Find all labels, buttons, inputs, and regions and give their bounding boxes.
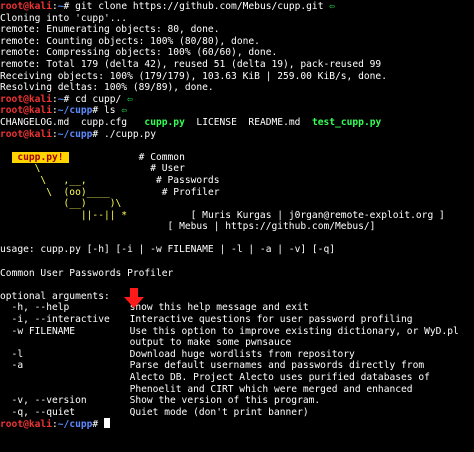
- banner-art: \: [0, 163, 41, 175]
- arg-row: -a Parse default usernames and passwords…: [0, 360, 474, 372]
- arg-row: -w FILENAME Use this option to improve e…: [0, 326, 474, 338]
- usage-line: usage: cupp.py [-h] [-i | -w FILENAME | …: [0, 244, 336, 256]
- banner-art: ||--|| *: [0, 209, 128, 221]
- banner-line: (__) )\: [0, 198, 474, 210]
- banner-comment: # Common: [138, 151, 185, 163]
- prompt-user: root@kali: [0, 93, 52, 105]
- prompt-path: ~/cupp: [57, 419, 93, 430]
- arg-desc: Quiet mode (don't print banner): [129, 406, 309, 418]
- file-cupp-py: cupp.py: [144, 116, 185, 128]
- arg-row: -i, --interactive Interactive questions …: [0, 314, 474, 326]
- green-arrow-icon: ⇦: [329, 1, 336, 12]
- output-line: Receiving objects: 100% (179/179), 103.6…: [0, 70, 387, 82]
- arg-flag: -h, --help: [0, 302, 70, 314]
- arg-flag: -v, --version: [0, 395, 87, 407]
- terminal-cursor: [103, 418, 110, 429]
- prompt-line-ls: root@kali:~/cupp# ls ⇦: [0, 105, 474, 117]
- file-readme: README.md: [248, 116, 301, 128]
- terminal-window[interactable]: root@kali:~# git clone https://github.co…: [0, 0, 474, 452]
- file-license: LICENSE: [196, 116, 237, 128]
- banner-mebus: [ Mebus | https://github.com/Mebus/]: [167, 221, 376, 233]
- arg-row: output to make some pwnsauce: [0, 337, 474, 349]
- green-arrow-icon: ⇦: [121, 105, 128, 117]
- output-line: remote: Total 179 (delta 42), reused 51 …: [0, 58, 382, 70]
- arg-desc: Alecto DB. Project Alecto uses purified …: [129, 372, 430, 383]
- prompt-user: root@kali: [0, 1, 52, 12]
- file-test-cupp: test_cupp.py: [311, 116, 382, 128]
- banner-line: \ (oo)____ # Profiler: [0, 187, 474, 199]
- arg-desc: Phenoelit and CIRT which were merged and…: [129, 383, 413, 395]
- prompt-hash: #: [92, 105, 99, 117]
- ls-output: CHANGELOG.md cupp.cfg cupp.py LICENSE RE…: [0, 117, 474, 129]
- prompt-hash: #: [63, 1, 70, 12]
- prompt-path: ~/cupp: [57, 128, 93, 140]
- arg-row: -l Download huge wordlists from reposito…: [0, 349, 474, 361]
- command-ls: ls: [103, 105, 116, 117]
- output-line: remote: Compressing objects: 100% (60/60…: [0, 47, 278, 59]
- prompt-user: root@kali: [0, 105, 52, 117]
- arg-flag: -q, --quiet: [0, 406, 76, 418]
- arg-desc: Parse default usernames and passwords di…: [129, 360, 425, 372]
- banner-tag: cupp.py!: [11, 151, 70, 163]
- command-cd: cd cupp/: [75, 93, 122, 105]
- prompt-user: root@kali: [0, 419, 52, 430]
- banner-art: \ (oo)____: [0, 186, 110, 198]
- prompt-user: root@kali: [0, 128, 52, 140]
- arg-row: -v, --version Show the version of this p…: [0, 395, 474, 407]
- banner-comment: # User: [150, 163, 185, 175]
- banner-comment: # Passwords: [155, 174, 220, 186]
- banner-art: (__) )\: [0, 198, 122, 210]
- banner-line: \ # User: [0, 163, 474, 175]
- arg-row: -h, --help show this help message and ex…: [0, 302, 474, 314]
- arg-flag: -l: [0, 348, 24, 360]
- arg-flag: -a: [0, 360, 24, 372]
- banner-line: cupp.py! # Common: [0, 151, 474, 164]
- arg-desc: output to make some pwnsauce: [129, 337, 292, 349]
- banner-line: [ Mebus | https://github.com/Mebus/]: [0, 221, 474, 233]
- arg-desc: Download huge wordlists from repository: [129, 348, 355, 360]
- prompt-line-final[interactable]: root@kali:~/cupp#: [0, 418, 474, 430]
- prompt-path: ~/cupp: [57, 105, 93, 117]
- banner-line: \ ,__, # Passwords: [0, 175, 474, 187]
- prompt-line-run: root@kali:~/cupp# ./cupp.py: [0, 129, 474, 141]
- arg-desc: show this help message and exit: [129, 302, 309, 314]
- file-changelog: CHANGELOG.md: [0, 116, 70, 128]
- prompt-hash: #: [92, 419, 99, 430]
- banner-art: \ ,__,: [0, 174, 87, 186]
- output-line: Resolving deltas: 100% (89/89), done.: [0, 82, 214, 94]
- red-down-arrow-icon: [124, 288, 144, 308]
- prompt-line-cd: root@kali:~# cd cupp/ ⇦: [0, 94, 474, 106]
- command-git-clone: git clone https://github.com/Mebus/cupp.…: [75, 1, 324, 12]
- output-line: remote: Enumerating objects: 80, done.: [0, 24, 220, 36]
- arg-desc: Use this option to improve existing dict…: [129, 325, 459, 337]
- banner-author: [ Muris Kurgas | j0rgan@remote-exploit.o…: [190, 209, 445, 221]
- file-cfg: cupp.cfg: [80, 116, 128, 128]
- command-run-cupp: ./cupp.py: [103, 128, 156, 140]
- optional-arguments-header: optional arguments:: [0, 290, 110, 302]
- arg-row: Phenoelit and CIRT which were merged and…: [0, 384, 474, 396]
- banner-line: ||--|| * [ Muris Kurgas | j0rgan@remote-…: [0, 210, 474, 222]
- program-title: Common User Passwords Profiler: [0, 267, 174, 279]
- arg-desc: Show the version of this program.: [129, 395, 321, 407]
- arg-row: Alecto DB. Project Alecto uses purified …: [0, 372, 474, 384]
- prompt-hash: #: [92, 128, 99, 140]
- prompt-hash: #: [63, 93, 70, 105]
- arg-row: -q, --quiet Quiet mode (don't print bann…: [0, 407, 474, 419]
- banner-comment: # Profiler: [161, 186, 220, 198]
- output-line: Cloning into 'cupp'...: [0, 12, 128, 24]
- green-arrow-icon: ⇦: [127, 93, 133, 105]
- arg-flag: -i, --interactive: [0, 314, 110, 326]
- arg-flag: -w FILENAME: [0, 325, 76, 337]
- arg-desc: Interactive questions for user password …: [129, 314, 413, 326]
- prompt-line-git-clone: root@kali:~# git clone https://github.co…: [0, 1, 474, 13]
- output-line: remote: Counting objects: 100% (80/80), …: [0, 35, 260, 47]
